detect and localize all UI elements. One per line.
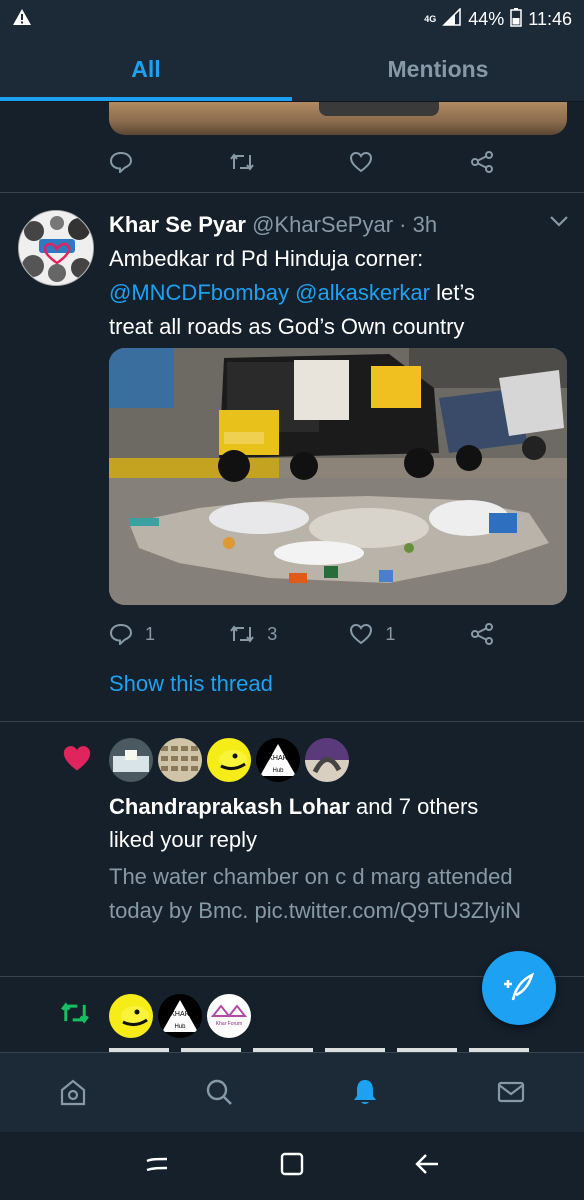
avatar[interactable]: [158, 738, 202, 782]
compose-icon: [504, 972, 535, 1001]
clock: 11:46: [528, 9, 572, 29]
warning-icon: [12, 7, 32, 32]
author-handle[interactable]: @KharSePyar: [252, 212, 393, 237]
share-icon: [470, 623, 493, 645]
mention-link[interactable]: @alkaskerkar: [295, 280, 430, 305]
svg-text:KHAR: KHAR: [170, 1011, 189, 1018]
avatar[interactable]: [109, 994, 153, 1038]
tweet-text-part: let’s: [436, 280, 475, 305]
author-name[interactable]: Khar Se Pyar: [109, 212, 246, 237]
avatar[interactable]: KHAR Hub: [256, 738, 300, 782]
previous-tweet-image[interactable]: [109, 102, 567, 135]
heart-icon: [62, 744, 92, 777]
separator: ·: [399, 212, 407, 237]
like-button[interactable]: 1: [349, 622, 469, 646]
retweet-count: 3: [267, 623, 278, 644]
show-thread-link[interactable]: Show this thread: [109, 671, 273, 697]
avatar[interactable]: [18, 210, 94, 286]
svg-text:Hub: Hub: [272, 768, 284, 774]
avatar[interactable]: [305, 738, 349, 782]
like-notification-text: Chandraprakash Lohar and 7 others liked …: [109, 790, 549, 856]
avatar[interactable]: [109, 738, 153, 782]
nav-home[interactable]: [0, 1053, 146, 1131]
reply-icon: [109, 151, 133, 173]
battery-icon: [510, 7, 523, 32]
liker-avatars: KHAR Hub: [109, 738, 349, 782]
tweet-line: treat all roads as God’s Own country: [109, 314, 465, 339]
notification-tabs: All Mentions: [0, 36, 584, 102]
share-button[interactable]: [470, 150, 509, 174]
nav-messages[interactable]: [438, 1053, 584, 1131]
actor-name[interactable]: Chandraprakash Lohar: [109, 794, 350, 819]
tweet-text: Ambedkar rd Pd Hinduja corner: @MNCDFbom…: [109, 242, 569, 344]
tweet-header: Khar Se Pyar @KharSePyar · 3h: [109, 210, 437, 240]
chevron-down-icon[interactable]: [548, 214, 570, 233]
tab-all[interactable]: All: [0, 36, 292, 101]
retweeter-avatars: KHAR Hub Khar Forum: [109, 994, 251, 1038]
mail-icon: [497, 1081, 525, 1103]
divider: [0, 721, 584, 722]
home-icon: [60, 1079, 86, 1106]
bell-icon: [354, 1080, 376, 1104]
nav-search[interactable]: [146, 1053, 292, 1131]
hub-logo-text: KHAR: [268, 755, 287, 762]
reply-button[interactable]: [109, 150, 229, 174]
share-icon: [470, 151, 493, 173]
like-count: 1: [385, 623, 396, 644]
avatar[interactable]: KHAR Hub: [158, 994, 202, 1038]
tweet-actions: 1 3 1: [109, 622, 509, 646]
reply-count: 1: [145, 623, 156, 644]
tweet-line: @MNCDFbombay @alkaskerkar let’s: [109, 276, 569, 310]
quoted-reply-text[interactable]: The water chamber on c d marg attended t…: [109, 860, 559, 928]
notifications-feed[interactable]: Khar Se Pyar @KharSePyar · 3h Ambedkar r…: [0, 102, 584, 1052]
back-arrow-icon[interactable]: [413, 1150, 441, 1183]
tweet-time: 3h: [412, 212, 438, 237]
svg-text:Hub: Hub: [174, 1024, 186, 1030]
avatar[interactable]: [207, 738, 251, 782]
svg-text:Khar Forum: Khar Forum: [216, 1021, 242, 1027]
retweet-icon: [230, 153, 255, 171]
system-navigation-bar: [0, 1132, 584, 1200]
retweet-icon: [60, 1000, 90, 1031]
mention-link[interactable]: @MNCDFbombay: [109, 280, 289, 305]
compose-tweet-button[interactable]: [482, 951, 556, 1025]
avatar[interactable]: Khar Forum: [207, 994, 251, 1038]
heart-icon: [350, 151, 373, 173]
divider: [0, 192, 584, 193]
home-square-icon[interactable]: [278, 1150, 306, 1183]
battery-percent: 44%: [468, 9, 505, 29]
status-bar: 4G 44% 11:46: [0, 0, 584, 36]
share-button[interactable]: [470, 622, 509, 646]
recent-apps-icon[interactable]: [143, 1150, 171, 1183]
tweet-line: Ambedkar rd Pd Hinduja corner:: [109, 246, 424, 271]
reply-icon: [109, 623, 133, 645]
tab-mentions[interactable]: Mentions: [292, 36, 584, 101]
notification-rest: and 7 others: [355, 794, 479, 819]
retweet-icon: [230, 625, 255, 643]
tweet-photo[interactable]: [109, 348, 567, 605]
search-icon: [206, 1079, 232, 1105]
nav-notifications[interactable]: [292, 1053, 438, 1131]
reply-button[interactable]: 1: [109, 622, 229, 646]
signal-icon: [442, 7, 462, 31]
bottom-navigation: [0, 1052, 584, 1132]
retweet-button[interactable]: 3: [229, 622, 349, 646]
heart-icon: [350, 623, 373, 645]
twitter-notifications-screen: 4G 44% 11:46 All Mentions Khar Se Pyar @…: [0, 0, 584, 1200]
notification-action: liked your reply: [109, 827, 257, 852]
retweet-button[interactable]: [229, 150, 349, 174]
network-type: 4G: [424, 14, 437, 24]
like-button[interactable]: [349, 150, 469, 174]
previous-tweet-actions: [109, 150, 509, 174]
